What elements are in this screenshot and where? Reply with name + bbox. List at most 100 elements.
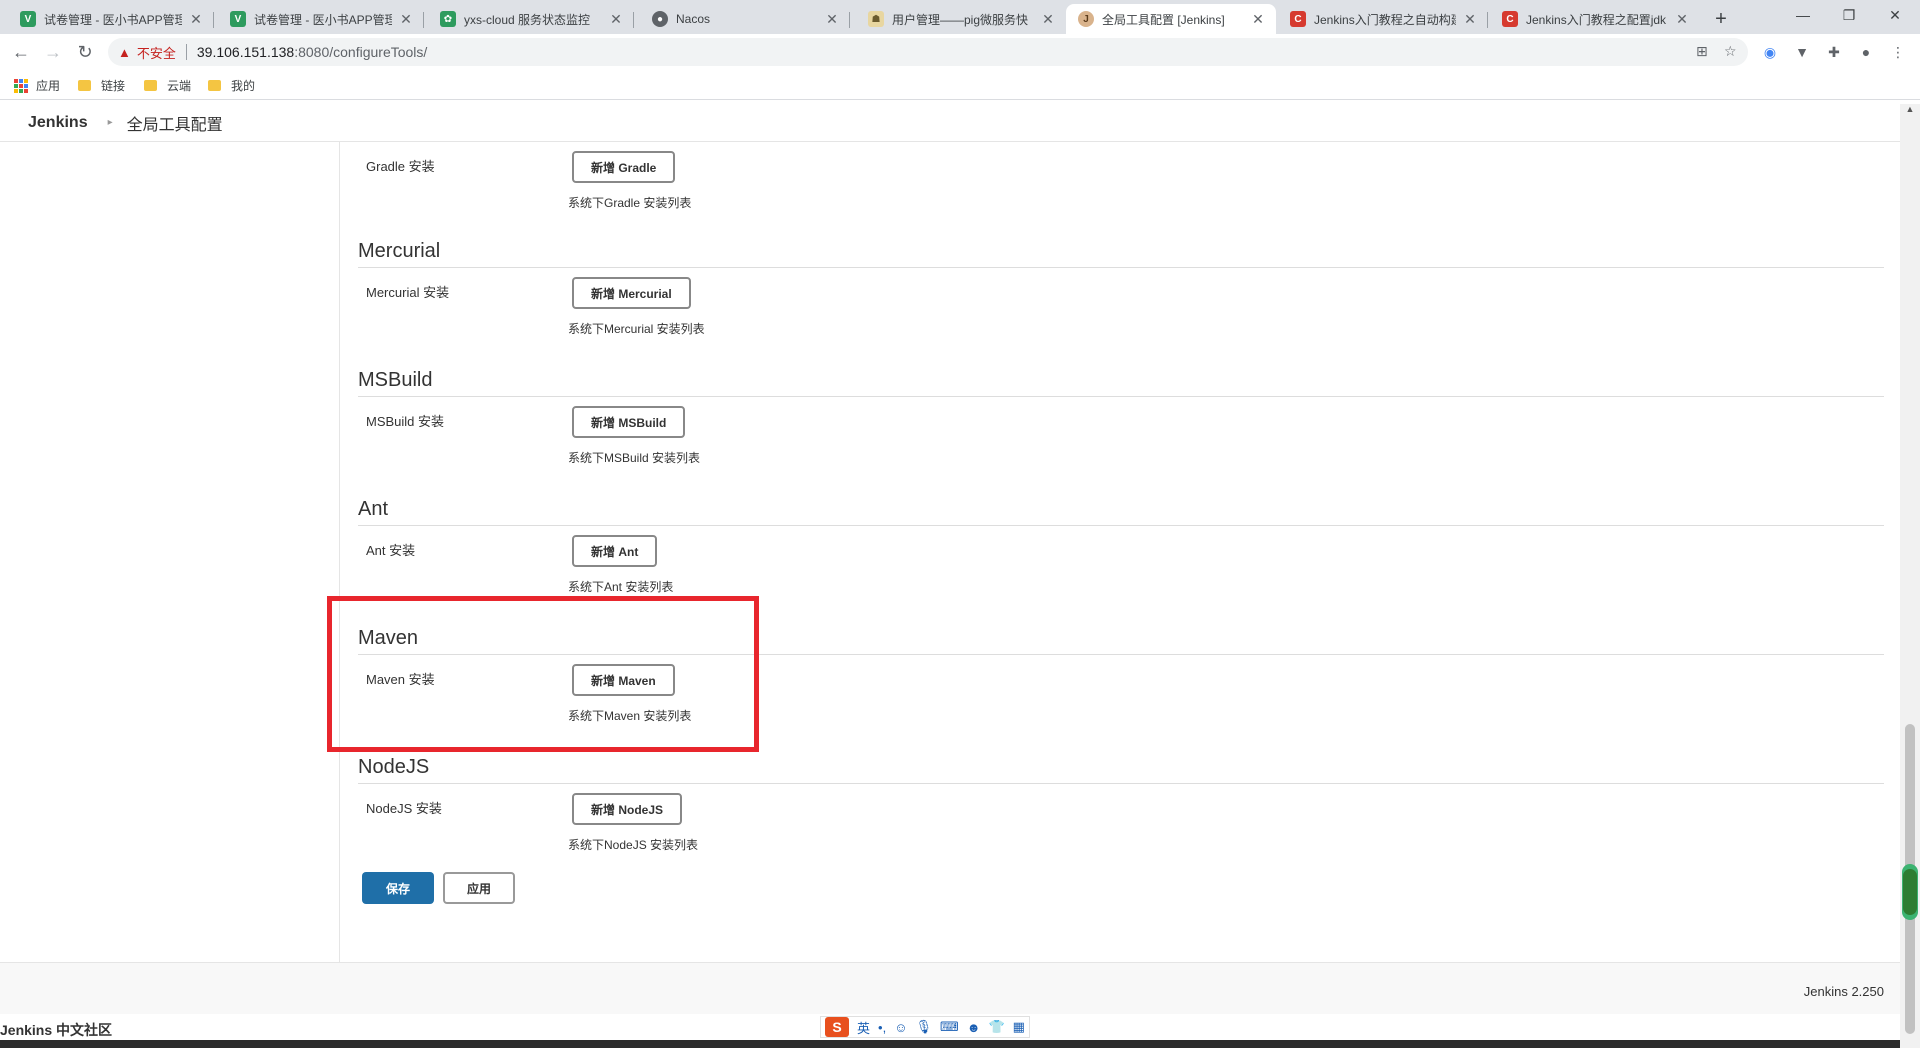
- bookmark-apps[interactable]: 应用: [14, 77, 60, 94]
- tab-title: Jenkins入门教程之自动构建: [1314, 12, 1456, 27]
- tab-title: 试卷管理 - 医小书APP管理: [254, 12, 392, 27]
- browser-tab-8[interactable]: C Jenkins入门教程之配置jdk ✕: [1490, 4, 1700, 34]
- v-green-icon: V: [20, 11, 36, 27]
- add-ant-button[interactable]: 新增 Ant: [572, 535, 658, 567]
- extensions-puzzle-icon[interactable]: ✚: [1824, 42, 1844, 62]
- apply-button[interactable]: 应用: [443, 872, 515, 904]
- tab-separator: [849, 12, 850, 28]
- section-title: MSBuild: [358, 369, 1884, 397]
- ime-toolbar[interactable]: S 英 •, ☺ 🎙 ⌨ ☻ 👕 ▦: [820, 1016, 1030, 1038]
- user-icon[interactable]: ☻: [967, 1020, 981, 1035]
- ime-row: Jenkins 中文社区 S 英 •, ☺ 🎙 ⌨ ☻ 👕 ▦: [0, 1014, 1900, 1040]
- close-icon[interactable]: ✕: [608, 11, 624, 28]
- close-icon[interactable]: ✕: [1040, 11, 1056, 28]
- install-label: Gradle 安装: [366, 159, 435, 174]
- tool-install-row: NodeJS 安装 新增 NodeJS 系统下NodeJS 安装列表: [358, 784, 1884, 864]
- globe-icon: ●: [652, 11, 668, 27]
- tab-separator: [213, 12, 214, 28]
- breadcrumb-jenkins-link[interactable]: Jenkins: [28, 114, 88, 132]
- pig-icon: ☗: [868, 11, 884, 27]
- scroll-up-arrow-icon[interactable]: ▲: [1900, 104, 1920, 120]
- floating-widget-inner: [1903, 869, 1917, 915]
- keyboard-icon[interactable]: ⌨: [940, 1019, 959, 1035]
- browser-tab-1[interactable]: V 试卷管理 - 医小书APP管理 ✕: [8, 4, 214, 34]
- jenkins-version[interactable]: Jenkins 2.250: [1804, 984, 1884, 999]
- bookmark-folder-links[interactable]: 链接: [78, 77, 125, 94]
- close-icon[interactable]: ✕: [1250, 11, 1266, 28]
- tab-title: Nacos: [676, 12, 711, 26]
- browser-tab-2[interactable]: V 试卷管理 - 医小书APP管理 ✕: [218, 4, 424, 34]
- close-icon[interactable]: ✕: [188, 11, 204, 28]
- section-msbuild: MSBuild MSBuild 安装 新增 MSBuild 系统下MSBuild…: [358, 369, 1884, 477]
- section-mercurial: Mercurial Mercurial 安装 新增 Mercurial 系统下M…: [358, 240, 1884, 348]
- close-icon[interactable]: ✕: [824, 11, 840, 28]
- add-gradle-button[interactable]: 新增 Gradle: [572, 151, 676, 183]
- browser-tab-5[interactable]: ☗ 用户管理——pig微服务快 ✕: [856, 4, 1066, 34]
- install-label: NodeJS 安装: [366, 801, 442, 816]
- install-label: Ant 安装: [366, 543, 416, 558]
- forward-button[interactable]: →: [40, 39, 66, 65]
- os-taskbar: [0, 1040, 1920, 1048]
- tab-title: 全局工具配置 [Jenkins]: [1102, 12, 1225, 27]
- minimize-button[interactable]: —: [1780, 0, 1826, 30]
- jenkins-icon: J: [1078, 11, 1094, 27]
- install-description: 系统下NodeJS 安装列表: [568, 838, 699, 852]
- url-host: 39.106.151.138: [196, 44, 295, 60]
- browser-tab-strip: V 试卷管理 - 医小书APP管理 ✕ V 试卷管理 - 医小书APP管理 ✕ …: [0, 0, 1920, 34]
- restore-button[interactable]: ❐: [1826, 0, 1872, 30]
- bookmark-folder-mine[interactable]: 我的: [208, 77, 255, 94]
- translate-icon[interactable]: ⊞: [1696, 43, 1708, 60]
- page-scrollbar[interactable]: ▲: [1900, 104, 1920, 1048]
- section-nodejs: NodeJS NodeJS 安装 新增 NodeJS 系统下NodeJS 安装列…: [358, 756, 1884, 864]
- add-nodejs-button[interactable]: 新增 NodeJS: [572, 793, 683, 825]
- tab-title: 用户管理——pig微服务快: [892, 12, 1029, 27]
- page-footer: Jenkins 2.250: [0, 962, 1900, 1014]
- address-bar[interactable]: ▲ 不安全 39.106.151.138 :8080/configureTool…: [108, 38, 1748, 66]
- url-path: :8080/configureTools/: [294, 44, 428, 60]
- ime-punct-label[interactable]: •,: [878, 1020, 886, 1035]
- bookmarks-bar: 应用 链接 云端 我的: [0, 70, 1920, 100]
- folder-icon: [78, 80, 91, 91]
- breadcrumb: Jenkins ▸ 全局工具配置: [0, 104, 1900, 142]
- tool-install-row: MSBuild 安装 新增 MSBuild 系统下MSBuild 安装列表: [358, 397, 1884, 477]
- sogou-logo-icon: S: [825, 1017, 849, 1037]
- bookmark-folder-cloud[interactable]: 云端: [144, 77, 191, 94]
- back-button[interactable]: ←: [8, 39, 34, 65]
- browser-tab-3[interactable]: ✿ yxs-cloud 服务状态监控 ✕: [428, 4, 634, 34]
- close-icon[interactable]: ✕: [398, 11, 414, 28]
- tab-separator: [423, 12, 424, 28]
- tab-separator: [1487, 12, 1488, 28]
- new-tab-button[interactable]: +: [1708, 6, 1734, 32]
- menu-dots-icon[interactable]: ⋮: [1888, 42, 1908, 62]
- tool-install-row: Mercurial 安装 新增 Mercurial 系统下Mercurial 安…: [358, 268, 1884, 348]
- browser-tab-4[interactable]: ● Nacos ✕: [640, 4, 850, 34]
- toolbox-grid-icon[interactable]: ▦: [1013, 1019, 1025, 1035]
- add-mercurial-button[interactable]: 新增 Mercurial: [572, 277, 691, 309]
- close-window-button[interactable]: ✕: [1872, 0, 1918, 30]
- breadcrumb-current-page[interactable]: 全局工具配置: [127, 111, 223, 135]
- tool-install-row: Ant 安装 新增 Ant 系统下Ant 安装列表: [358, 526, 1884, 606]
- emoji-icon[interactable]: ☺: [894, 1020, 907, 1035]
- tab-separator: [633, 12, 634, 28]
- microphone-icon[interactable]: 🎙: [915, 1019, 932, 1035]
- profile-avatar-icon[interactable]: ●: [1856, 42, 1876, 62]
- install-description: 系统下Gradle 安装列表: [568, 196, 692, 210]
- close-icon[interactable]: ✕: [1674, 11, 1690, 28]
- bookmark-label: 链接: [101, 79, 126, 93]
- install-description: 系统下Ant 安装列表: [568, 580, 674, 594]
- skin-shirt-icon[interactable]: 👕: [988, 1019, 1004, 1035]
- save-button[interactable]: 保存: [362, 872, 434, 904]
- reload-button[interactable]: ↻: [72, 39, 98, 65]
- add-msbuild-button[interactable]: 新增 MSBuild: [572, 406, 686, 438]
- security-label: 不安全: [136, 45, 176, 61]
- bookmark-label: 应用: [36, 79, 61, 93]
- community-link[interactable]: Jenkins 中文社区: [0, 1020, 112, 1040]
- browser-tab-active[interactable]: J 全局工具配置 [Jenkins] ✕: [1066, 4, 1276, 34]
- ime-mode-label[interactable]: 英: [857, 1018, 870, 1037]
- chrome-extension-icon[interactable]: ◉: [1760, 42, 1780, 62]
- browser-tab-7[interactable]: C Jenkins入门教程之自动构建 ✕: [1278, 4, 1488, 34]
- close-icon[interactable]: ✕: [1462, 11, 1478, 28]
- vue-devtools-icon[interactable]: ▼: [1792, 42, 1812, 62]
- tab-title: yxs-cloud 服务状态监控: [464, 12, 591, 27]
- star-icon[interactable]: ☆: [1724, 43, 1737, 60]
